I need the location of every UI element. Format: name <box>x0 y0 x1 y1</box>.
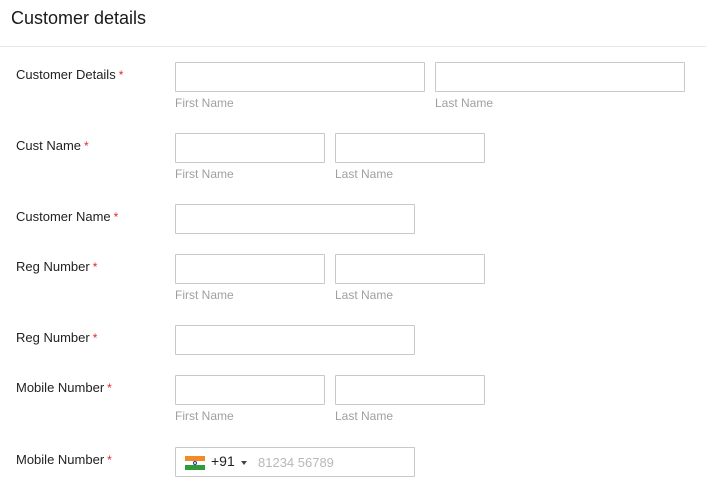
country-code[interactable]: +91 <box>211 453 235 469</box>
required-mark: * <box>107 453 112 467</box>
mobile-number-label: Mobile Number * <box>16 380 112 395</box>
label-text: Customer Details <box>16 67 116 82</box>
customer-details-first-name-input[interactable] <box>175 62 425 92</box>
label-text: Customer Name <box>16 209 111 224</box>
customer-details-last-name-input[interactable] <box>435 62 685 92</box>
mobile-number-label: Mobile Number * <box>16 452 112 467</box>
page-title: Customer details <box>11 8 147 28</box>
last-name-hint: Last Name <box>435 96 494 110</box>
reg-number-input[interactable] <box>175 325 415 355</box>
cust-name-first-name-input[interactable] <box>175 133 325 163</box>
first-name-hint: First Name <box>175 167 234 181</box>
india-flag-icon[interactable] <box>185 456 205 470</box>
mobile-number-last-name-input[interactable] <box>335 375 485 405</box>
reg-number-last-name-input[interactable] <box>335 254 485 284</box>
first-name-hint: First Name <box>175 409 234 423</box>
required-mark: * <box>92 331 98 345</box>
last-name-hint: Last Name <box>335 288 394 302</box>
chevron-down-icon[interactable] <box>241 461 247 465</box>
reg-number-first-name-input[interactable] <box>175 254 325 284</box>
cust-name-label: Cust Name * <box>16 138 89 153</box>
reg-number-label: Reg Number * <box>16 259 97 274</box>
customer-details-label: Customer Details * <box>16 67 123 82</box>
mobile-number-first-name-input[interactable] <box>175 375 325 405</box>
label-text: Mobile Number <box>16 380 105 395</box>
label-text: Mobile Number <box>16 452 105 467</box>
customer-name-label: Customer Name * <box>16 209 118 224</box>
last-name-hint: Last Name <box>335 167 394 181</box>
cust-name-last-name-input[interactable] <box>335 133 485 163</box>
mobile-number-phone-input[interactable]: +91 81234 56789 <box>175 447 415 477</box>
label-text: Reg Number <box>16 259 90 274</box>
required-mark: * <box>107 381 112 395</box>
required-mark: * <box>92 260 98 274</box>
page-header: Customer details <box>0 0 706 47</box>
phone-placeholder: 81234 56789 <box>258 455 334 470</box>
reg-number-label: Reg Number * <box>16 330 97 345</box>
label-text: Cust Name <box>16 138 82 153</box>
first-name-hint: First Name <box>175 96 234 110</box>
required-mark: * <box>113 210 119 224</box>
required-mark: * <box>118 68 124 82</box>
last-name-hint: Last Name <box>335 409 394 423</box>
label-text: Reg Number <box>16 330 90 345</box>
customer-name-input[interactable] <box>175 204 415 234</box>
first-name-hint: First Name <box>175 288 234 302</box>
required-mark: * <box>84 139 89 153</box>
